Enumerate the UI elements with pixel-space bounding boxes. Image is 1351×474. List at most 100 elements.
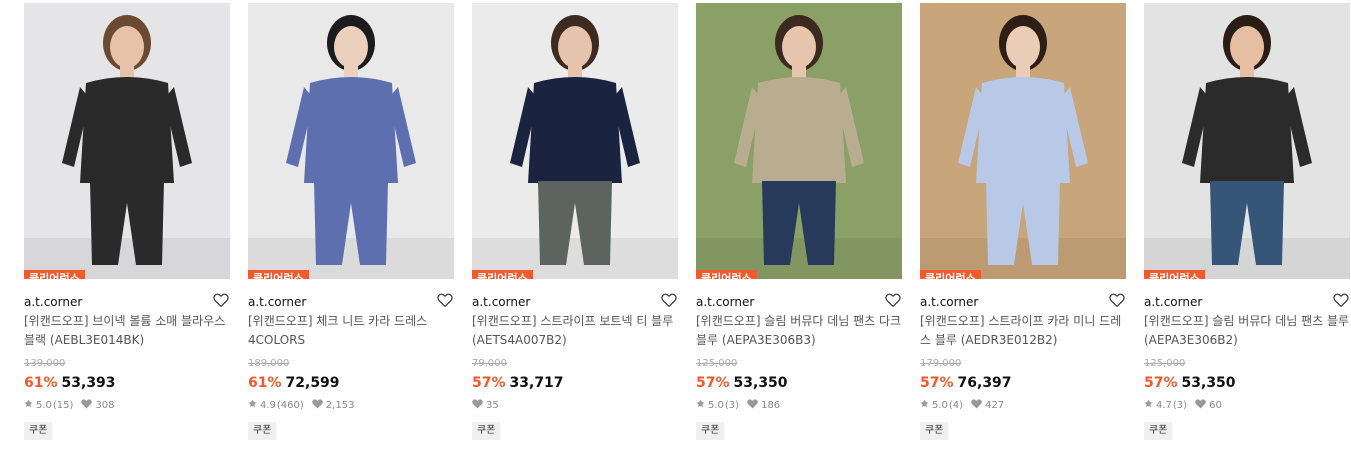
product-title[interactable]: [위캔드오프] 스트라이프 카라 미니 드레스 블루 (AEDR3E012B2) — [920, 312, 1126, 350]
star-icon — [248, 399, 260, 413]
star-icon — [696, 399, 708, 413]
product-card[interactable]: 클리어런스 a.t.corner [위캔드오프] 스트라이프 보트넥 티 블루 … — [472, 3, 678, 440]
heart-icon — [472, 398, 486, 414]
brand-name[interactable]: a.t.corner — [1144, 295, 1202, 309]
sale-price: 72,599 — [285, 375, 340, 391]
original-price: 125,000 — [696, 358, 738, 369]
product-title[interactable]: [위캔드오프] 브이넥 볼륨 소매 블라우스 블랙 (AEBL3E014BK) — [24, 312, 230, 350]
likes: 2,153 — [312, 398, 355, 414]
product-title[interactable]: [위캔드오프] 슬림 버뮤다 데님 팬츠 다크블루 (AEPA3E306B3) — [696, 312, 902, 350]
review-count: (3) — [724, 400, 740, 411]
price-row: 61% 72,599 — [248, 374, 454, 392]
product-card[interactable]: 클리어런스 a.t.corner [위캔드오프] 브이넥 볼륨 소매 블라우스 … — [24, 3, 230, 440]
heart-icon — [81, 398, 95, 414]
clearance-badge: 클리어런스 — [920, 270, 981, 279]
review-count: (3) — [1172, 400, 1188, 411]
product-title[interactable]: [위캔드오프] 스트라이프 보트넥 티 블루 (AETS4A007B2) — [472, 312, 678, 350]
likes: 35 — [472, 398, 499, 414]
wishlist-heart-icon[interactable] — [436, 291, 454, 309]
star-icon — [1144, 399, 1156, 413]
price-row: 57% 53,350 — [1144, 374, 1350, 392]
product-meta: 4.9 (460) 2,153 — [248, 398, 454, 414]
review-count: (460) — [276, 400, 304, 411]
product-card[interactable]: 클리어런스 a.t.corner [위캔드오프] 스트라이프 카라 미니 드레스… — [920, 3, 1126, 440]
discount-percent: 57% — [696, 375, 730, 391]
wishlist-heart-icon[interactable] — [1108, 291, 1126, 309]
likes: 308 — [81, 398, 115, 414]
product-meta: 5.0 (4) 427 — [920, 398, 1126, 414]
review-count: (15) — [52, 400, 74, 411]
coupon-tag: 쿠폰 — [472, 422, 501, 440]
original-price: 139,000 — [24, 358, 66, 369]
product-title[interactable]: [위캔드오프] 슬림 버뮤다 데님 팬츠 블루 (AEPA3E306B2) — [1144, 312, 1350, 350]
rating-value: 4.7 — [1156, 400, 1172, 411]
rating-value: 5.0 — [708, 400, 724, 411]
clearance-badge: 클리어런스 — [1144, 270, 1205, 279]
sale-price: 53,350 — [733, 375, 788, 391]
heart-icon — [971, 398, 985, 414]
discount-percent: 57% — [472, 375, 506, 391]
wishlist-heart-icon[interactable] — [660, 291, 678, 309]
sale-price: 76,397 — [957, 375, 1012, 391]
like-count: 427 — [985, 400, 1005, 411]
product-card[interactable]: 클리어런스 a.t.corner [위캔드오프] 슬림 버뮤다 데님 팬츠 블루… — [1144, 3, 1350, 440]
sale-price: 33,717 — [509, 375, 564, 391]
brand-name[interactable]: a.t.corner — [696, 295, 754, 309]
product-image[interactable]: 클리어런스 — [920, 3, 1126, 279]
heart-icon — [312, 398, 326, 414]
like-count: 308 — [95, 400, 115, 411]
discount-percent: 61% — [248, 375, 282, 391]
brand-name[interactable]: a.t.corner — [472, 295, 530, 309]
rating: 4.9 (460) — [248, 399, 304, 413]
clearance-badge: 클리어런스 — [696, 270, 757, 279]
product-image[interactable]: 클리어런스 — [472, 3, 678, 279]
product-image[interactable]: 클리어런스 — [1144, 3, 1350, 279]
coupon-tag: 쿠폰 — [696, 422, 725, 440]
original-price: 189,000 — [248, 358, 290, 369]
rating-value: 5.0 — [932, 400, 948, 411]
wishlist-heart-icon[interactable] — [1332, 291, 1350, 309]
like-count: 2,153 — [325, 400, 355, 411]
star-icon — [24, 399, 36, 413]
sale-price: 53,393 — [61, 375, 116, 391]
rating: 4.7 (3) — [1144, 399, 1187, 413]
original-price: 79,000 — [472, 358, 507, 369]
coupon-tag: 쿠폰 — [920, 422, 949, 440]
product-meta: 4.7 (3) 60 — [1144, 398, 1350, 414]
wishlist-heart-icon[interactable] — [212, 291, 230, 309]
coupon-tag: 쿠폰 — [248, 422, 277, 440]
likes: 427 — [971, 398, 1005, 414]
brand-name[interactable]: a.t.corner — [24, 295, 82, 309]
product-image[interactable]: 클리어런스 — [248, 3, 454, 279]
product-meta: 5.0 (3) 186 — [696, 398, 902, 414]
likes: 186 — [747, 398, 780, 414]
price-row: 57% 33,717 — [472, 374, 678, 392]
product-card[interactable]: 클리어런스 a.t.corner [위캔드오프] 슬림 버뮤다 데님 팬츠 다크… — [696, 3, 902, 440]
price-row: 61% 53,393 — [24, 374, 230, 392]
price-row: 57% 76,397 — [920, 374, 1126, 392]
rating: 5.0 (3) — [696, 399, 739, 413]
product-meta: 35 — [472, 398, 678, 414]
product-meta: 5.0 (15) 308 — [24, 398, 230, 414]
product-image[interactable]: 클리어런스 — [24, 3, 230, 279]
rating: 5.0 (4) — [920, 399, 963, 413]
discount-percent: 61% — [24, 375, 58, 391]
brand-name[interactable]: a.t.corner — [248, 295, 306, 309]
heart-icon — [747, 398, 761, 414]
discount-percent: 57% — [1144, 375, 1178, 391]
like-count: 60 — [1209, 400, 1222, 411]
rating-value: 5.0 — [36, 400, 52, 411]
likes: 60 — [1195, 398, 1222, 414]
coupon-tag: 쿠폰 — [24, 422, 53, 440]
star-icon — [920, 399, 932, 413]
price-row: 57% 53,350 — [696, 374, 902, 392]
clearance-badge: 클리어런스 — [24, 270, 85, 279]
rating: 5.0 (15) — [24, 399, 73, 413]
wishlist-heart-icon[interactable] — [884, 291, 902, 309]
original-price: 179,000 — [920, 358, 962, 369]
product-title[interactable]: [위캔드오프] 체크 니트 카라 드레스 4COLORS — [248, 312, 454, 350]
brand-name[interactable]: a.t.corner — [920, 295, 978, 309]
like-count: 35 — [486, 400, 499, 411]
product-image[interactable]: 클리어런스 — [696, 3, 902, 279]
product-card[interactable]: 클리어런스 a.t.corner [위캔드오프] 체크 니트 카라 드레스 4C… — [248, 3, 454, 440]
